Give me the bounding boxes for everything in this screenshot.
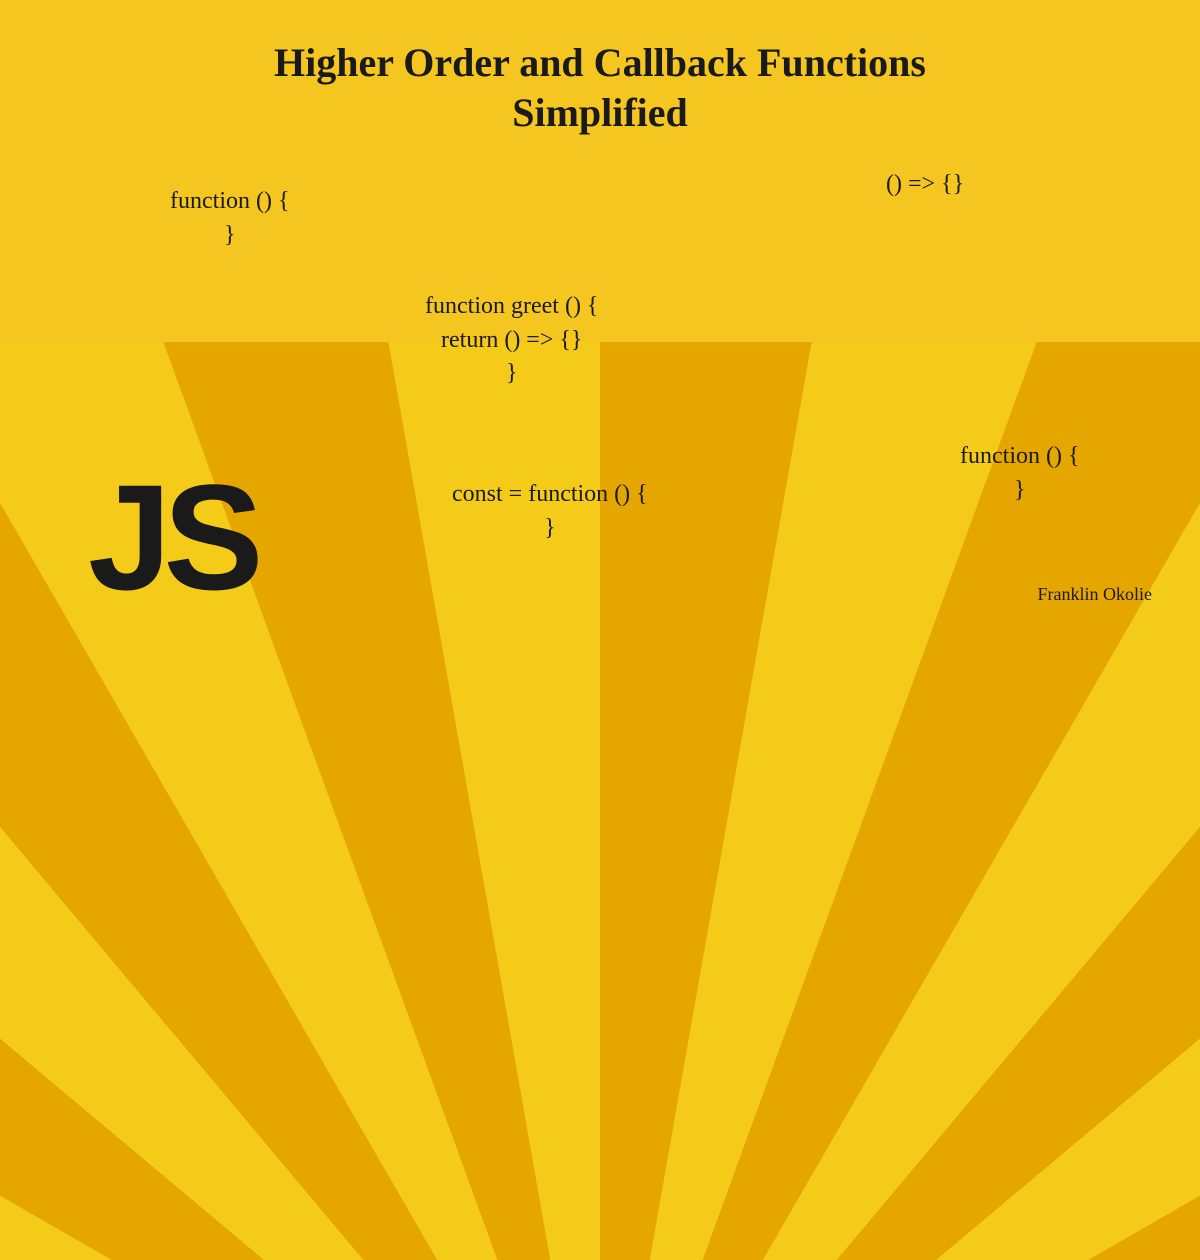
code-snippet-center: function greet () { return () => {} } [425,290,598,391]
js-logo: JS [88,462,255,612]
author-credit: Franklin Okolie [1038,584,1153,605]
code-snippet-top-left: function () { } [170,185,289,252]
code-snippet-bottom-right: function () { } [960,440,1079,507]
code-snippet-top-right: () => {} [886,168,964,202]
content-layer: Higher Order and Callback Functions Simp… [0,0,1200,630]
code-snippet-bottom-center: const = function () { } [452,478,648,545]
main-title: Higher Order and Callback Functions Simp… [0,38,1200,138]
title-line-1: Higher Order and Callback Functions [274,40,926,85]
title-line-2: Simplified [512,90,688,135]
